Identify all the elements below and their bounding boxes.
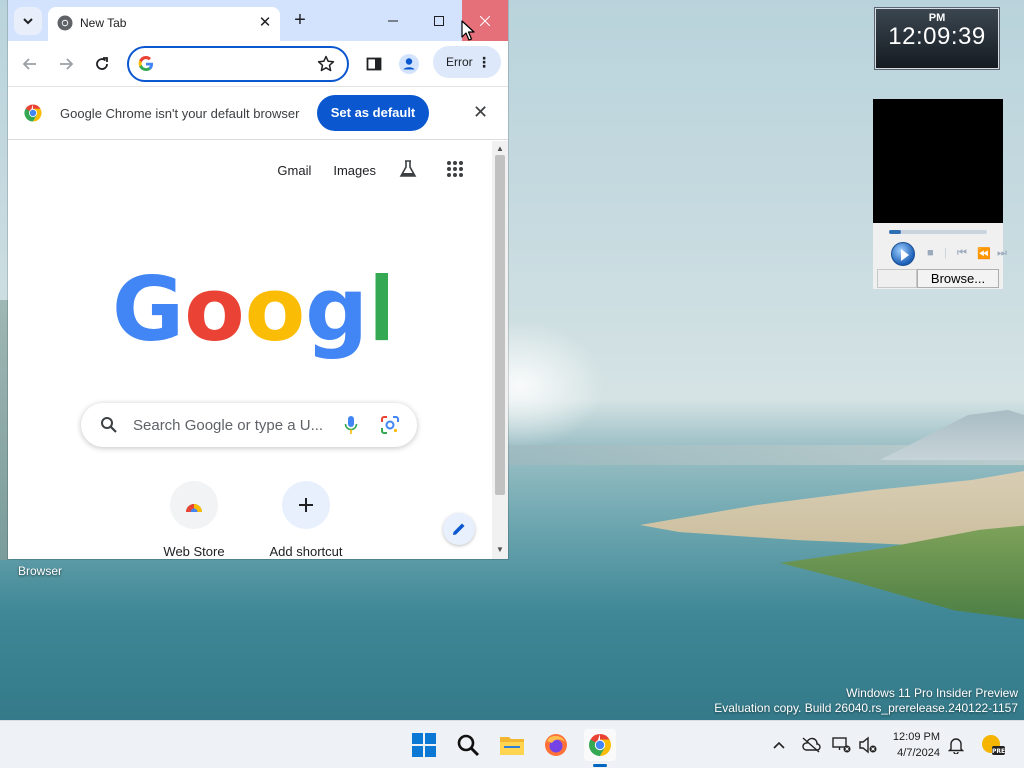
chrome-webstore-icon bbox=[170, 481, 218, 529]
media-seek-fill bbox=[889, 230, 901, 234]
mouse-cursor-icon bbox=[461, 20, 475, 41]
google-g-icon bbox=[138, 56, 153, 71]
play-icon[interactable] bbox=[891, 242, 915, 266]
infobar-close-icon[interactable]: ✕ bbox=[473, 102, 488, 123]
apps-grid-icon[interactable] bbox=[446, 160, 464, 181]
new-tab-button[interactable]: + bbox=[288, 9, 312, 33]
volume-muted-icon[interactable] bbox=[857, 734, 879, 756]
chrome-icon[interactable] bbox=[584, 729, 616, 761]
kebab-menu-icon[interactable]: ⋮ bbox=[477, 46, 491, 78]
windows-watermark: Windows 11 Pro Insider Preview Evaluatio… bbox=[714, 686, 1018, 716]
clock-time: 12:09:39 bbox=[888, 23, 986, 50]
bookmark-star-icon[interactable] bbox=[317, 55, 335, 73]
tab-search-button[interactable] bbox=[14, 7, 42, 35]
maximize-button[interactable] bbox=[416, 0, 462, 41]
chrome-favicon-icon bbox=[57, 15, 73, 31]
plus-icon bbox=[282, 481, 330, 529]
scrollbar-thumb[interactable] bbox=[495, 155, 505, 495]
gmail-link[interactable]: Gmail bbox=[277, 163, 311, 178]
ntp-header-links: Gmail Images bbox=[277, 159, 464, 182]
svg-text:Google: Google bbox=[112, 266, 388, 361]
active-app-indicator bbox=[593, 764, 607, 767]
infobar-message: Google Chrome isn't your default browser bbox=[60, 106, 300, 121]
search-icon[interactable] bbox=[452, 729, 484, 761]
shortcut-web-store[interactable]: Web Store bbox=[138, 481, 250, 559]
media-seek-bar[interactable] bbox=[889, 230, 987, 234]
images-link[interactable]: Images bbox=[333, 163, 376, 178]
taskbar: 12:09 PM 4/7/2024 PRE bbox=[0, 720, 1024, 768]
stop-icon[interactable]: ■ bbox=[927, 247, 934, 259]
watermark-build: Evaluation copy. Build 26040.rs_prerelea… bbox=[714, 701, 1018, 715]
onedrive-offline-icon[interactable] bbox=[800, 734, 822, 756]
address-bar[interactable] bbox=[127, 46, 349, 82]
watermark-edition: Windows 11 Pro Insider Preview bbox=[846, 686, 1018, 700]
media-video-area bbox=[873, 99, 1003, 223]
minimize-button[interactable] bbox=[370, 0, 416, 41]
wallpaper-mountain bbox=[880, 410, 1024, 460]
chevron-down-icon bbox=[23, 18, 33, 25]
media-controls: ■ | ⏮ ⏪ ⏭ bbox=[889, 242, 1007, 266]
new-tab-page: Gmail Images Google Search Google or typ… bbox=[8, 141, 492, 559]
microphone-icon[interactable] bbox=[344, 415, 358, 435]
maximize-icon bbox=[434, 15, 444, 26]
avatar-icon bbox=[399, 54, 419, 74]
minimize-icon bbox=[388, 20, 398, 21]
forward-button[interactable] bbox=[54, 52, 78, 76]
taskbar-clock[interactable]: 12:09 PM 4/7/2024 bbox=[882, 729, 940, 761]
profile-button[interactable] bbox=[397, 52, 421, 76]
previous-icon[interactable]: ⏮ bbox=[957, 247, 967, 260]
taskbar-time: 12:09 PM bbox=[892, 731, 940, 743]
ntp-search-placeholder: Search Google or type a U... bbox=[133, 417, 324, 434]
separator-icon: | bbox=[944, 247, 947, 259]
profile-error-chip[interactable]: Error ⋮ bbox=[433, 46, 501, 78]
insider-preview-badge-icon[interactable]: PRE bbox=[980, 732, 1006, 758]
media-file-field[interactable] bbox=[877, 269, 917, 288]
set-as-default-button[interactable]: Set as default bbox=[317, 95, 429, 131]
arrow-left-icon bbox=[22, 58, 36, 70]
clock-gadget[interactable]: PM 12:09:39 bbox=[874, 7, 1000, 70]
notification-bell-icon[interactable] bbox=[945, 734, 967, 756]
google-logo: Google bbox=[112, 266, 388, 361]
default-browser-infobar: Google Chrome isn't your default browser… bbox=[8, 87, 508, 140]
shortcut-label: Web Store bbox=[163, 544, 225, 559]
desktop-icon-label[interactable]: Browser bbox=[18, 564, 62, 578]
windows-start-icon[interactable] bbox=[408, 729, 440, 761]
labs-flask-icon[interactable] bbox=[398, 159, 418, 182]
search-icon bbox=[101, 417, 117, 433]
side-panel-icon bbox=[366, 57, 382, 71]
tab-title: New Tab bbox=[80, 16, 127, 30]
chrome-window: New Tab ✕ + Error ⋮ Google Chrome isn't … bbox=[8, 0, 508, 559]
chevron-up-icon[interactable] bbox=[768, 734, 790, 756]
close-icon bbox=[480, 15, 490, 26]
page-scrollbar[interactable]: ▲ ▼ bbox=[492, 141, 508, 559]
firefox-icon[interactable] bbox=[540, 729, 572, 761]
error-chip-label: Error bbox=[446, 55, 473, 69]
tab-new-tab[interactable]: New Tab ✕ bbox=[48, 7, 280, 41]
taskbar-date: 4/7/2024 bbox=[897, 747, 940, 759]
arrow-right-icon bbox=[60, 58, 74, 70]
ntp-search-box[interactable]: Search Google or type a U... bbox=[81, 403, 417, 447]
side-panel-button[interactable] bbox=[362, 52, 386, 76]
rewind-icon[interactable]: ⏪ bbox=[977, 247, 991, 260]
scroll-up-icon[interactable]: ▲ bbox=[496, 144, 504, 153]
shortcut-add[interactable]: Add shortcut bbox=[250, 481, 362, 559]
google-lens-icon[interactable] bbox=[380, 415, 400, 435]
browse-button[interactable]: Browse... bbox=[917, 269, 999, 288]
back-button[interactable] bbox=[18, 52, 42, 76]
tab-close-icon[interactable]: ✕ bbox=[256, 14, 274, 32]
network-disconnected-icon[interactable] bbox=[831, 734, 853, 756]
file-explorer-icon[interactable] bbox=[496, 729, 528, 761]
tab-strip: New Tab ✕ + bbox=[8, 0, 508, 41]
svg-text:PRE: PRE bbox=[992, 748, 1005, 755]
next-icon[interactable]: ⏭ bbox=[997, 247, 1007, 260]
media-player-gadget: ■ | ⏮ ⏪ ⏭ Browse... bbox=[873, 99, 1007, 289]
pencil-icon bbox=[453, 523, 465, 535]
shortcut-label: Add shortcut bbox=[269, 544, 343, 559]
reload-button[interactable] bbox=[90, 52, 114, 76]
chrome-logo-icon bbox=[24, 104, 42, 122]
customize-chrome-button[interactable] bbox=[443, 513, 475, 545]
browser-toolbar: Error ⋮ bbox=[8, 41, 508, 87]
reload-icon bbox=[96, 57, 108, 70]
scroll-down-icon[interactable]: ▼ bbox=[496, 545, 504, 554]
